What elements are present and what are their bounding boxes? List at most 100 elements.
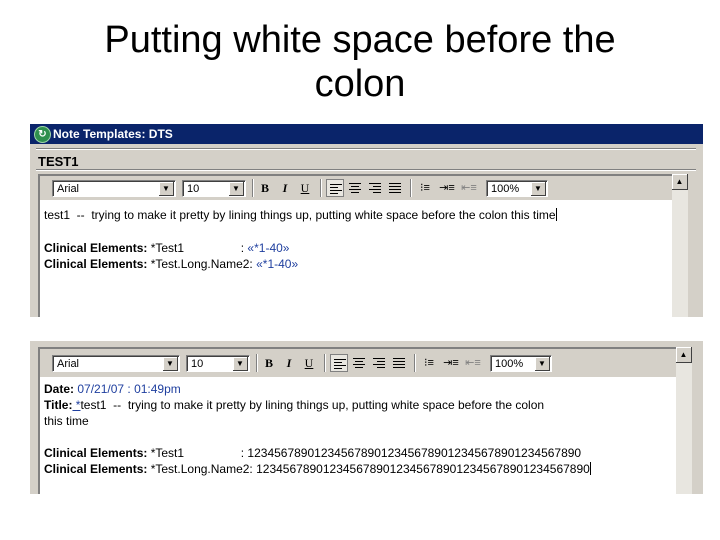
outdent-button[interactable]: ⇤≡ [464, 354, 482, 372]
font-select[interactable]: Arial ▼ [52, 355, 180, 372]
element-value: : 12345678901234567890123456789012345678… [240, 446, 582, 460]
element-name: *Test.Long.Name2: [147, 257, 253, 271]
font-size-value: 10 [191, 358, 204, 370]
zoom-value: 100% [491, 183, 520, 195]
chevron-down-icon: ▼ [163, 357, 178, 371]
template-name-label: TEST1 [38, 154, 79, 169]
app-icon: ↻ [34, 126, 51, 143]
element-value-field[interactable]: «*1-40» [244, 241, 289, 255]
note-text: test1 -- trying to make it pretty by lin… [44, 208, 556, 222]
slide-title: Putting white space before the colon [104, 19, 616, 105]
text-caret [555, 208, 557, 221]
clinical-element-row: Clinical Elements: *Test.Long.Name2: 123… [44, 461, 678, 477]
font-select[interactable]: Arial ▼ [52, 180, 176, 197]
indent-button[interactable]: ⇥≡ [442, 354, 460, 372]
zoom-select[interactable]: 100% ▼ [490, 355, 552, 372]
align-right-icon [369, 183, 381, 193]
align-left-button[interactable] [326, 179, 344, 197]
date-label: Date: [44, 382, 75, 396]
justify-icon [389, 183, 401, 193]
chevron-down-icon: ▼ [159, 182, 174, 196]
indent-icon: ⇥≡ [439, 182, 455, 194]
align-right-button[interactable] [366, 179, 384, 197]
bullet-list-icon: ⁝≡ [424, 357, 434, 369]
align-left-icon [330, 184, 342, 194]
align-center-icon [349, 183, 361, 193]
note-editor[interactable]: Arial ▼ 10 ▼ B I U ⁝≡ ⇥≡ ⇤≡ 100% ▼ Date:… [38, 347, 683, 494]
font-select-value: Arial [57, 183, 80, 195]
window-title: Note Templates: DTS [53, 127, 173, 141]
clinical-elements-label: Clinical Elements: [44, 241, 148, 255]
divider [36, 148, 696, 150]
title-value-cont: this time [44, 414, 89, 428]
toolbar-separator [414, 354, 416, 372]
element-name: *Test.Long.Name2: [147, 462, 253, 476]
chevron-down-icon: ▼ [233, 357, 248, 371]
title-continuation: this time [44, 413, 678, 429]
zoom-select[interactable]: 100% ▼ [486, 180, 548, 197]
note-preview-window: Arial ▼ 10 ▼ B I U ⁝≡ ⇥≡ ⇤≡ 100% ▼ Date:… [30, 341, 703, 494]
element-value: 1234567890123456789012345678901234567890… [252, 462, 590, 476]
title-label: Title: [44, 398, 73, 412]
scroll-up-button[interactable]: ▲ [672, 174, 688, 190]
clinical-elements-label: Clinical Elements: [44, 446, 148, 460]
font-size-select[interactable]: 10 ▼ [182, 180, 246, 197]
date-line: Date: 07/21/07 : 01:49pm [44, 381, 678, 397]
align-center-button[interactable] [346, 179, 364, 197]
font-size-select[interactable]: 10 ▼ [186, 355, 250, 372]
toolbar-separator [410, 179, 412, 197]
window-titlebar[interactable]: ↻ Note Templates: DTS [30, 124, 703, 144]
underline-button[interactable]: U [300, 354, 318, 372]
align-right-icon [373, 358, 385, 368]
justify-icon [393, 358, 405, 368]
bullet-list-button[interactable]: ⁝≡ [416, 179, 434, 197]
date-value: 07/21/07 : 01:49pm [74, 382, 181, 396]
zoom-value: 100% [495, 358, 524, 370]
font-size-value: 10 [187, 183, 200, 195]
text-caret [589, 462, 591, 475]
outdent-icon: ⇤≡ [461, 182, 477, 194]
font-select-value: Arial [57, 358, 80, 370]
template-editor[interactable]: Arial ▼ 10 ▼ B I U ⁝≡ ⇥≡ ⇤≡ 100% ▼ test1… [38, 174, 683, 317]
align-left-button[interactable] [330, 354, 348, 372]
align-center-button[interactable] [350, 354, 368, 372]
bold-button[interactable]: B [256, 179, 274, 197]
align-right-button[interactable] [370, 354, 388, 372]
divider [36, 169, 696, 171]
formatting-toolbar: Arial ▼ 10 ▼ B I U ⁝≡ ⇥≡ ⇤≡ 100% ▼ [40, 349, 682, 377]
chevron-down-icon: ▼ [531, 182, 546, 196]
underline-button[interactable]: U [296, 179, 314, 197]
toolbar-separator [252, 179, 254, 197]
toolbar-separator [320, 179, 322, 197]
justify-button[interactable] [386, 179, 404, 197]
editor-text-line: test1 -- trying to make it pretty by lin… [44, 207, 678, 223]
toolbar-separator [256, 354, 258, 372]
justify-button[interactable] [390, 354, 408, 372]
clinical-elements-label: Clinical Elements: [44, 257, 148, 271]
clinical-elements-label: Clinical Elements: [44, 462, 148, 476]
chevron-down-icon: ▼ [535, 357, 550, 371]
note-templates-window: ↻ Note Templates: DTS TEST1 Arial ▼ 10 ▼… [30, 124, 703, 317]
clinical-element-row: Clinical Elements: *Test1 : «*1-40» [44, 240, 678, 256]
italic-button[interactable]: I [276, 179, 294, 197]
indent-button[interactable]: ⇥≡ [438, 179, 456, 197]
toolbar-separator [324, 354, 326, 372]
chevron-down-icon: ▼ [229, 182, 244, 196]
element-name: *Test1 [147, 446, 241, 460]
element-value-field[interactable]: «*1-40» [253, 257, 298, 271]
clinical-element-row: Clinical Elements: *Test.Long.Name2: «*1… [44, 256, 678, 272]
vertical-scrollbar[interactable]: ▲ [672, 174, 688, 317]
clinical-element-row: Clinical Elements: *Test1 : 123456789012… [44, 445, 678, 461]
bold-button[interactable]: B [260, 354, 278, 372]
outdent-button[interactable]: ⇤≡ [460, 179, 478, 197]
bullet-list-button[interactable]: ⁝≡ [420, 354, 438, 372]
bullet-list-icon: ⁝≡ [420, 182, 430, 194]
vertical-scrollbar[interactable]: ▲ [676, 347, 692, 494]
title-value: test1 -- trying to make it pretty by lin… [80, 398, 545, 412]
scroll-up-button[interactable]: ▲ [676, 347, 692, 363]
align-left-icon [334, 359, 346, 369]
align-center-icon [353, 358, 365, 368]
indent-icon: ⇥≡ [443, 357, 459, 369]
italic-button[interactable]: I [280, 354, 298, 372]
outdent-icon: ⇤≡ [465, 357, 481, 369]
